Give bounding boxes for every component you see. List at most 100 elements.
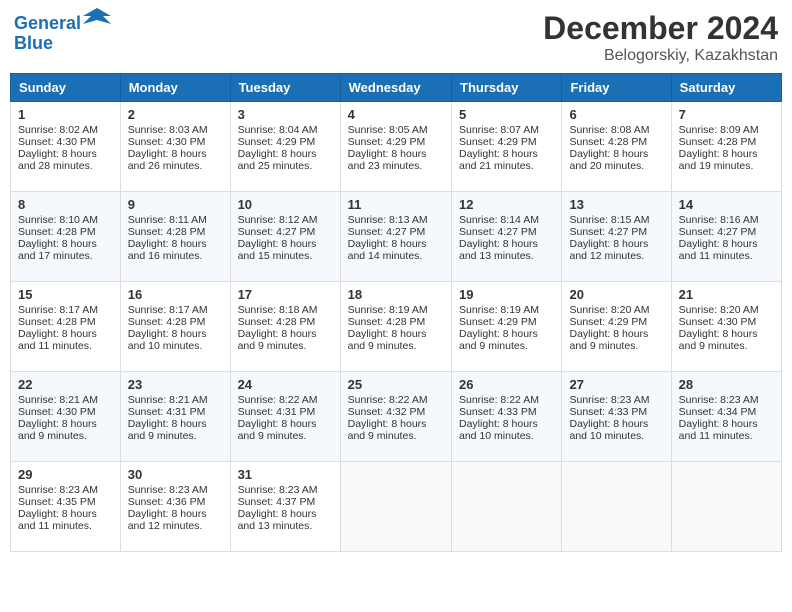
day-info-line: Daylight: 8 hours xyxy=(459,418,554,430)
calendar-table: SundayMondayTuesdayWednesdayThursdayFrid… xyxy=(10,73,782,552)
calendar-cell: 20 Sunrise: 8:20 AMSunset: 4:29 PMDayligh… xyxy=(562,282,671,372)
day-info-line: and 11 minutes. xyxy=(679,250,774,262)
day-info-line: and 16 minutes. xyxy=(128,250,223,262)
day-info-line: Sunset: 4:29 PM xyxy=(348,136,444,148)
calendar-cell: 24Sunrise: 8:22 AMSunset: 4:31 PMDayligh… xyxy=(230,372,340,462)
col-header-wednesday: Wednesday xyxy=(340,74,451,102)
day-info-line: Daylight: 8 hours xyxy=(128,148,223,160)
day-info-line: Daylight: 8 hours xyxy=(679,418,774,430)
day-number: 23 xyxy=(128,377,223,392)
day-info-line: Sunset: 4:29 PM xyxy=(459,136,554,148)
calendar-cell: 6Sunrise: 8:08 AMSunset: 4:28 PMDaylight… xyxy=(562,102,671,192)
day-info-line: Sunrise: 8:20 AM xyxy=(569,304,663,316)
day-info-line: Daylight: 8 hours xyxy=(679,148,774,160)
col-header-saturday: Saturday xyxy=(671,74,781,102)
day-info-line: and 9 minutes. xyxy=(238,340,333,352)
day-number: 15 xyxy=(18,287,113,302)
day-info-line: Sunset: 4:33 PM xyxy=(569,406,663,418)
day-info-line: Sunrise: 8:14 AM xyxy=(459,214,554,226)
day-info-line: Sunset: 4:27 PM xyxy=(238,226,333,238)
day-info-line: Sunset: 4:29 PM xyxy=(569,316,663,328)
day-info-line: and 11 minutes. xyxy=(679,430,774,442)
location: Belogorskiy, Kazakhstan xyxy=(543,47,778,65)
day-info-line: and 11 minutes. xyxy=(18,520,113,532)
logo-bird-icon xyxy=(83,6,111,38)
day-info-line: Daylight: 8 hours xyxy=(18,328,113,340)
day-info-line: Daylight: 8 hours xyxy=(18,238,113,250)
day-info-line: Sunset: 4:32 PM xyxy=(348,406,444,418)
day-number: 16 xyxy=(128,287,223,302)
col-header-thursday: Thursday xyxy=(452,74,562,102)
day-info-line: and 28 minutes. xyxy=(18,160,113,172)
day-number: 20 xyxy=(569,287,663,302)
calendar-cell: 16Sunrise: 8:17 AMSunset: 4:28 PMDayligh… xyxy=(120,282,230,372)
day-info-line: Sunrise: 8:23 AM xyxy=(679,394,774,406)
day-number: 6 xyxy=(569,107,663,122)
day-info-line: Sunset: 4:30 PM xyxy=(18,406,113,418)
day-info-line: and 13 minutes. xyxy=(238,520,333,532)
calendar-cell: 22Sunrise: 8:21 AMSunset: 4:30 PMDayligh… xyxy=(11,372,121,462)
day-info-line: Sunrise: 8:21 AM xyxy=(18,394,113,406)
day-info-line: Daylight: 8 hours xyxy=(569,418,663,430)
calendar-cell: 8Sunrise: 8:10 AMSunset: 4:28 PMDaylight… xyxy=(11,192,121,282)
day-info-line: and 21 minutes. xyxy=(459,160,554,172)
day-number: 9 xyxy=(128,197,223,212)
day-info-line: Daylight: 8 hours xyxy=(569,238,663,250)
day-number: 17 xyxy=(238,287,333,302)
day-info-line: and 12 minutes. xyxy=(569,250,663,262)
day-info-line: Sunrise: 8:13 AM xyxy=(348,214,444,226)
day-info-line: and 9 minutes. xyxy=(348,430,444,442)
calendar-cell: 3Sunrise: 8:04 AMSunset: 4:29 PMDaylight… xyxy=(230,102,340,192)
day-info-line: Sunset: 4:28 PM xyxy=(569,136,663,148)
calendar-cell: 4Sunrise: 8:05 AMSunset: 4:29 PMDaylight… xyxy=(340,102,451,192)
calendar-week-row: 15Sunrise: 8:17 AMSunset: 4:28 PMDayligh… xyxy=(11,282,782,372)
day-number: 31 xyxy=(238,467,333,482)
day-info-line: Daylight: 8 hours xyxy=(348,148,444,160)
calendar-cell: 14Sunrise: 8:16 AMSunset: 4:27 PMDayligh… xyxy=(671,192,781,282)
calendar-cell: 12Sunrise: 8:14 AMSunset: 4:27 PMDayligh… xyxy=(452,192,562,282)
day-info-line: and 10 minutes. xyxy=(459,430,554,442)
calendar-cell: 2Sunrise: 8:03 AMSunset: 4:30 PMDaylight… xyxy=(120,102,230,192)
day-info-line: Daylight: 8 hours xyxy=(128,328,223,340)
calendar-cell: 13Sunrise: 8:15 AMSunset: 4:27 PMDayligh… xyxy=(562,192,671,282)
day-info-line: Daylight: 8 hours xyxy=(348,418,444,430)
calendar-cell xyxy=(452,462,562,552)
day-number: 26 xyxy=(459,377,554,392)
day-info-line: Sunrise: 8:05 AM xyxy=(348,124,444,136)
day-info-line: Daylight: 8 hours xyxy=(128,238,223,250)
calendar-cell: 25Sunrise: 8:22 AMSunset: 4:32 PMDayligh… xyxy=(340,372,451,462)
day-info-line: Daylight: 8 hours xyxy=(679,328,774,340)
day-info-line: and 10 minutes. xyxy=(569,430,663,442)
day-info-line: Sunset: 4:27 PM xyxy=(348,226,444,238)
day-info-line: Sunset: 4:28 PM xyxy=(128,316,223,328)
day-info-line: Daylight: 8 hours xyxy=(18,508,113,520)
day-info-line: Daylight: 8 hours xyxy=(348,238,444,250)
day-info-line: Sunset: 4:31 PM xyxy=(128,406,223,418)
day-info-line: Daylight: 8 hours xyxy=(128,508,223,520)
page-header: General Blue December 2024 Belogorskiy, … xyxy=(10,10,782,65)
day-info-line: and 20 minutes. xyxy=(569,160,663,172)
calendar-cell: 29Sunrise: 8:23 AMSunset: 4:35 PMDayligh… xyxy=(11,462,121,552)
day-number: 19 xyxy=(459,287,554,302)
day-info-line: Sunset: 4:27 PM xyxy=(459,226,554,238)
day-info-line: Sunset: 4:33 PM xyxy=(459,406,554,418)
calendar-week-row: 22Sunrise: 8:21 AMSunset: 4:30 PMDayligh… xyxy=(11,372,782,462)
day-info-line: Sunrise: 8:22 AM xyxy=(238,394,333,406)
calendar-week-row: 29Sunrise: 8:23 AMSunset: 4:35 PMDayligh… xyxy=(11,462,782,552)
calendar-cell xyxy=(340,462,451,552)
day-info-line: Sunset: 4:27 PM xyxy=(569,226,663,238)
day-info-line: and 9 minutes. xyxy=(18,430,113,442)
calendar-cell: 31Sunrise: 8:23 AMSunset: 4:37 PMDayligh… xyxy=(230,462,340,552)
day-info-line: and 9 minutes. xyxy=(679,340,774,352)
day-info-line: Daylight: 8 hours xyxy=(569,328,663,340)
calendar-cell: 26Sunrise: 8:22 AMSunset: 4:33 PMDayligh… xyxy=(452,372,562,462)
day-number: 27 xyxy=(569,377,663,392)
day-info-line: and 17 minutes. xyxy=(18,250,113,262)
day-info-line: Daylight: 8 hours xyxy=(679,238,774,250)
day-info-line: Daylight: 8 hours xyxy=(128,418,223,430)
day-info-line: and 12 minutes. xyxy=(128,520,223,532)
logo: General Blue xyxy=(14,10,111,54)
day-info-line: and 25 minutes. xyxy=(238,160,333,172)
day-info-line: Sunrise: 8:03 AM xyxy=(128,124,223,136)
day-info-line: Sunset: 4:30 PM xyxy=(679,316,774,328)
